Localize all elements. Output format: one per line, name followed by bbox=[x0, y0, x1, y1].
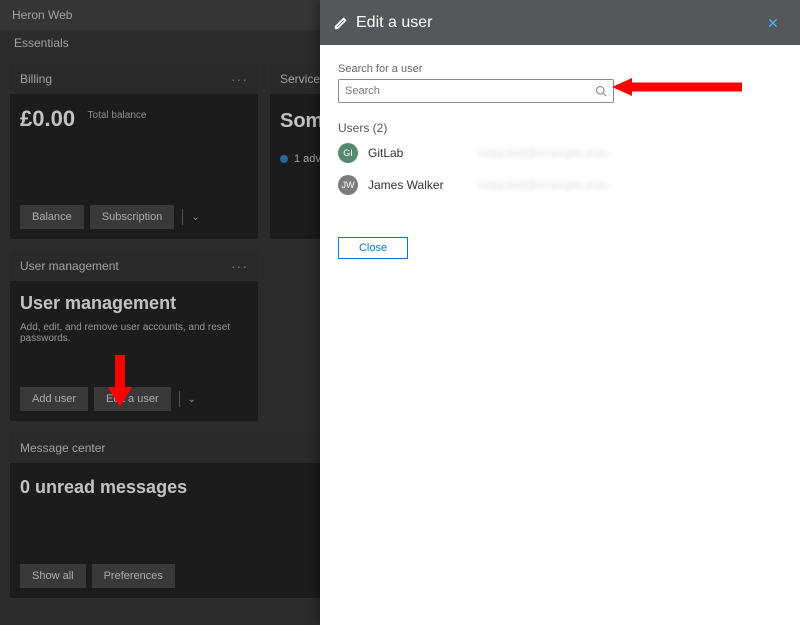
close-icon[interactable] bbox=[768, 14, 786, 32]
close-button[interactable]: Close bbox=[338, 237, 408, 259]
chevron-down-icon[interactable]: ⌄ bbox=[191, 212, 199, 223]
usermgmt-title: User management bbox=[20, 293, 248, 314]
subscription-button[interactable]: Subscription bbox=[90, 205, 175, 229]
user-row[interactable]: GI GitLab redacted@example.com bbox=[338, 139, 782, 167]
billing-subtitle: Total balance bbox=[88, 110, 147, 121]
panel-title: Edit a user bbox=[356, 14, 432, 32]
avatar: GI bbox=[338, 143, 358, 163]
user-email: redacted@example.com bbox=[478, 146, 608, 160]
search-icon bbox=[595, 85, 607, 97]
avatar: JW bbox=[338, 175, 358, 195]
show-all-button[interactable]: Show all bbox=[20, 564, 86, 588]
balance-button[interactable]: Balance bbox=[20, 205, 84, 229]
edit-user-button[interactable]: Edit a user bbox=[94, 387, 171, 411]
usermgmt-desc: Add, edit, and remove user accounts, and… bbox=[20, 322, 248, 344]
panel-search-input[interactable] bbox=[345, 85, 595, 97]
card-user-management: User management ··· User management Add,… bbox=[10, 251, 258, 421]
user-email: redacted@example.com bbox=[478, 178, 608, 192]
card-billing-header: Billing ··· bbox=[10, 64, 258, 94]
card-msg-title: Message center bbox=[20, 441, 105, 455]
app-title: Heron Web bbox=[12, 8, 72, 22]
more-icon[interactable]: ··· bbox=[231, 71, 248, 87]
add-user-button[interactable]: Add user bbox=[20, 387, 88, 411]
user-name: GitLab bbox=[368, 146, 468, 160]
card-usermgmt-title: User management bbox=[20, 259, 119, 273]
user-name: James Walker bbox=[368, 178, 468, 192]
panel-header: Edit a user bbox=[320, 0, 800, 45]
billing-amount: £0.00 bbox=[20, 106, 75, 132]
card-billing: Billing ··· £0.00 Total balance Balance … bbox=[10, 64, 258, 239]
chevron-down-icon[interactable]: ⌄ bbox=[188, 394, 196, 405]
card-billing-title: Billing bbox=[20, 72, 52, 86]
users-heading: Users (2) bbox=[338, 121, 782, 135]
edit-user-panel: Edit a user Search for a user Users (2) … bbox=[320, 0, 800, 625]
user-row[interactable]: JW James Walker redacted@example.com bbox=[338, 171, 782, 199]
action-separator bbox=[179, 391, 180, 407]
panel-search[interactable] bbox=[338, 79, 614, 103]
pencil-icon bbox=[334, 16, 348, 30]
action-separator bbox=[182, 209, 183, 225]
panel-search-label: Search for a user bbox=[338, 63, 782, 75]
preferences-button[interactable]: Preferences bbox=[92, 564, 175, 588]
more-icon[interactable]: ··· bbox=[231, 258, 248, 274]
status-dot-icon bbox=[280, 155, 288, 163]
card-usermgmt-header: User management ··· bbox=[10, 251, 258, 281]
